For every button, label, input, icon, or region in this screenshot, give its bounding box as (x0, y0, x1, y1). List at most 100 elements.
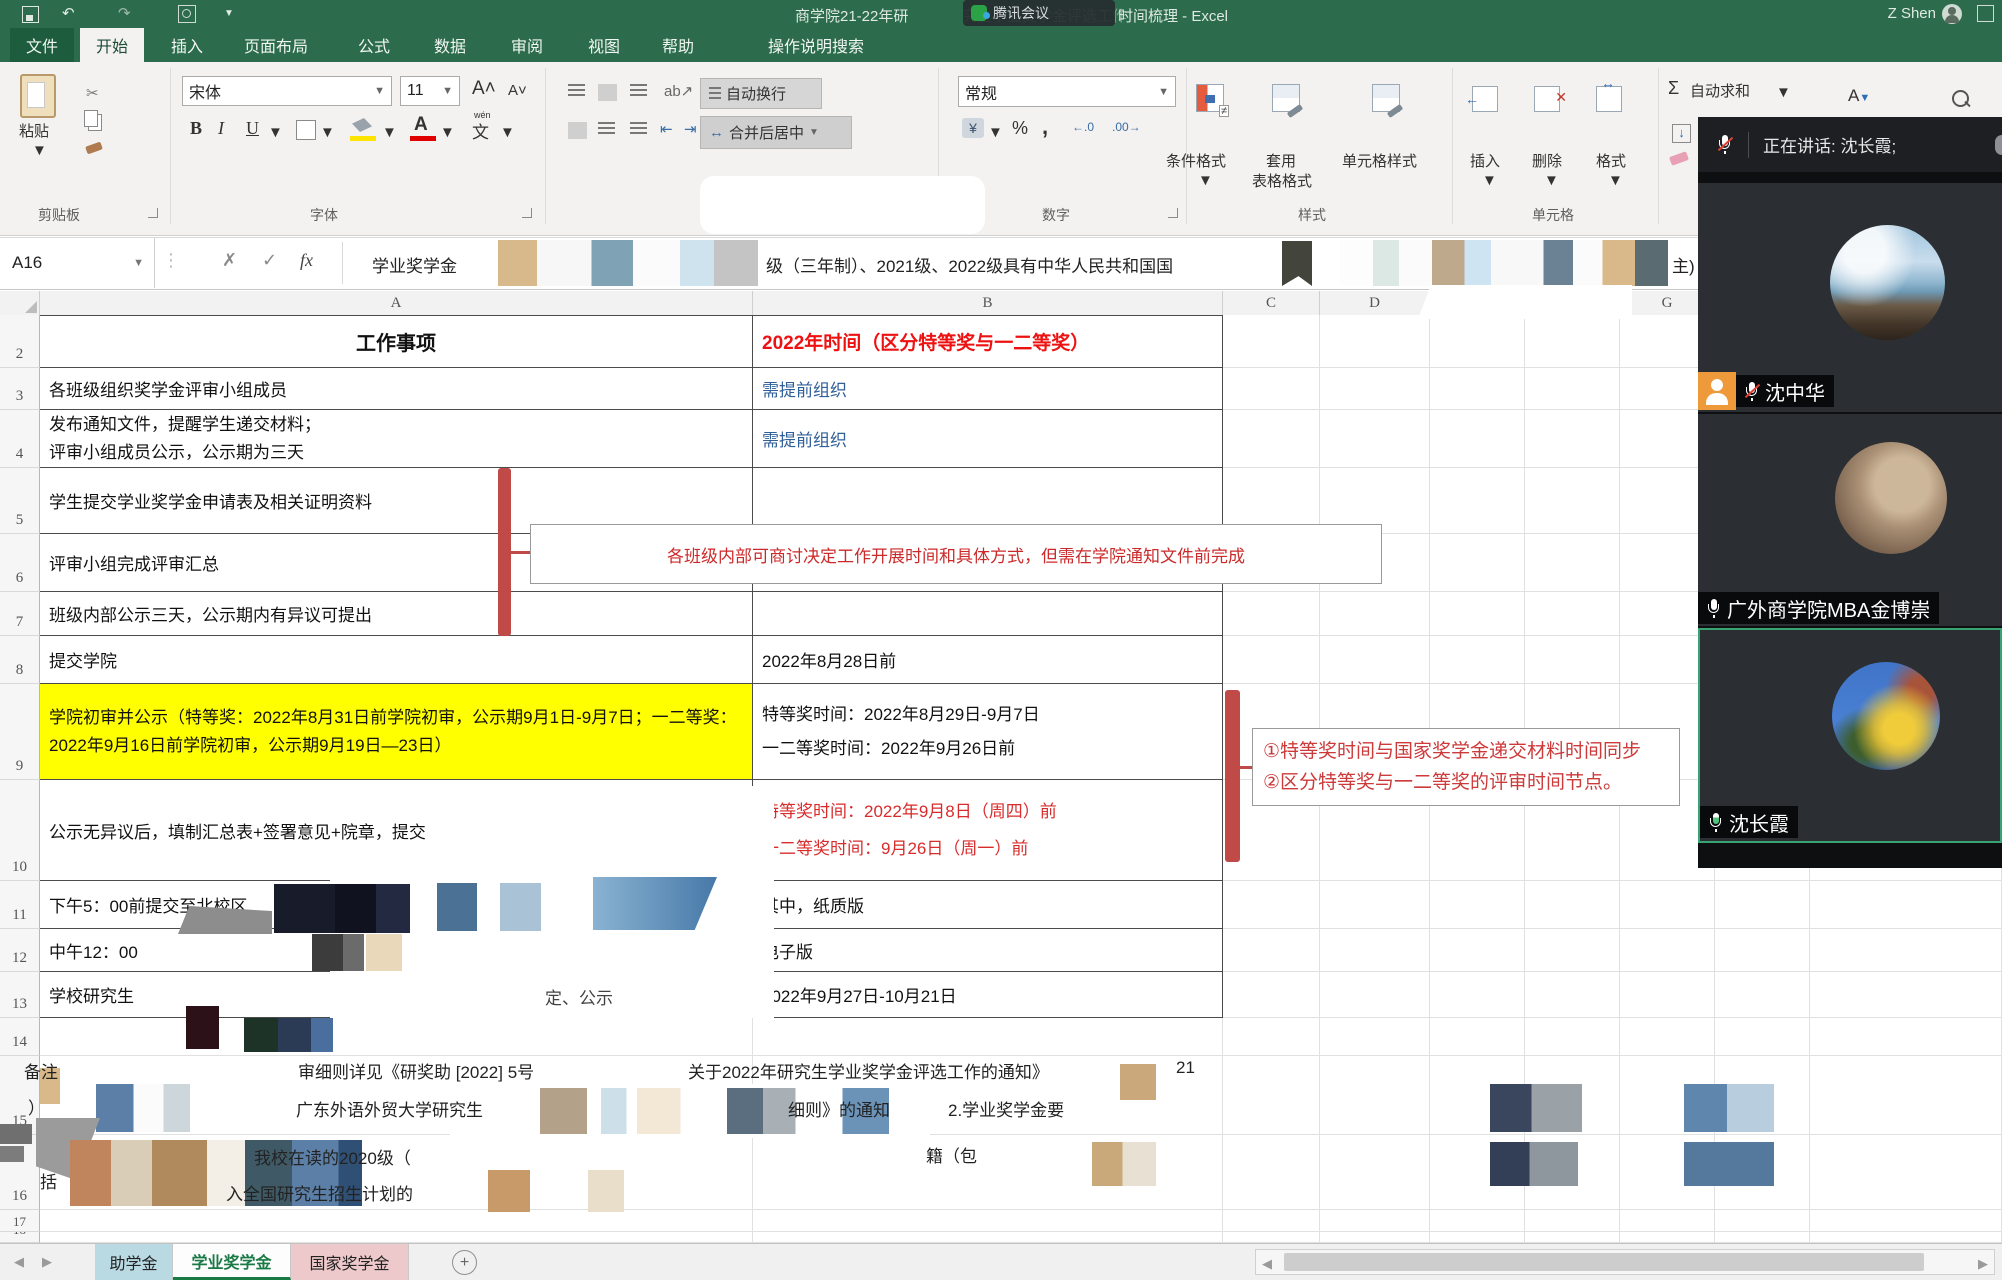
increase-decimal-icon[interactable]: ←.0 (1072, 120, 1094, 134)
orientation-icon[interactable]: ab↗ (664, 82, 693, 100)
align-right-icon[interactable] (630, 122, 647, 135)
format-cells-button[interactable]: 格式 (1596, 150, 1626, 171)
name-box[interactable]: A16 ▼ (0, 238, 155, 288)
qat-customize-icon[interactable]: ▼ (224, 8, 234, 19)
insert-cells-icon[interactable]: ← (1472, 86, 1498, 112)
italic-button[interactable]: I (218, 118, 224, 139)
preview-icon[interactable] (178, 5, 196, 23)
cancel-icon[interactable]: ✗ (222, 250, 237, 271)
tab-insert[interactable]: 插入 (155, 28, 219, 62)
format-dropdown-icon[interactable]: ▼ (1608, 172, 1623, 189)
tab-file[interactable]: 文件 (10, 28, 74, 62)
number-format-combo[interactable]: 常规▼ (958, 76, 1176, 107)
row-header-14[interactable]: 14 (0, 1018, 40, 1056)
paste-button[interactable]: 粘贴 (19, 120, 49, 141)
wrap-text-button[interactable]: 自动换行 (700, 78, 822, 109)
currency-dropdown-icon[interactable]: ▼ (988, 124, 1003, 141)
scroll-left-icon[interactable]: ◀ (1262, 1256, 1272, 1272)
col-header-b[interactable]: B (753, 291, 1223, 315)
name-box-dropdown-icon[interactable]: ▼ (133, 257, 144, 269)
row-header-11[interactable]: 11 (0, 881, 40, 929)
align-center-icon[interactable] (598, 122, 615, 135)
formula-text-3[interactable]: 主) (1672, 252, 1695, 277)
align-top-icon[interactable] (568, 84, 585, 97)
formula-text-2[interactable]: 级（三年制）、2021级、2022级具有中华人民共和国国 (766, 252, 1173, 277)
cell-b13[interactable]: 2022年9月27日-10月21日 (753, 972, 1223, 1018)
percent-icon[interactable]: % (1012, 118, 1028, 139)
conditional-dropdown-icon[interactable]: ▼ (1198, 172, 1213, 189)
tab-formulas[interactable]: 公式 (342, 28, 406, 62)
font-size-combo[interactable]: 11▼ (400, 76, 460, 106)
insert-cells-button[interactable]: 插入 (1470, 150, 1500, 171)
save-icon[interactable] (22, 6, 39, 23)
merge-center-button[interactable]: ↔ 合并后居中▼ (700, 116, 852, 149)
currency-icon[interactable]: ¥ (962, 118, 984, 138)
tab-help[interactable]: 帮助 (646, 28, 710, 62)
fill-color-dropdown-icon[interactable]: ▼ (382, 124, 397, 141)
sheet-tab-xueye[interactable]: 学业奖学金 (173, 1244, 291, 1280)
panel-collapse-handle[interactable] (1995, 135, 2002, 155)
row-header-18[interactable]: 18 (0, 1232, 40, 1243)
number-launcher-icon[interactable] (1168, 208, 1178, 218)
font-color-icon[interactable]: A (414, 114, 428, 136)
clear-icon[interactable] (1669, 151, 1689, 166)
sort-filter-icon[interactable]: A▼ (1848, 86, 1870, 106)
row-header-13[interactable]: 13 (0, 972, 40, 1018)
cell-a8[interactable]: 提交学院 (40, 636, 753, 684)
grow-font-icon[interactable]: A˄ (472, 78, 496, 100)
font-launcher-icon[interactable] (522, 208, 532, 218)
new-sheet-button[interactable]: + (452, 1250, 477, 1275)
cell-b3[interactable]: 需提前组织 (753, 368, 1223, 410)
formula-text-1[interactable]: 学业奖学金 (372, 252, 457, 277)
cell-a7[interactable]: 班级内部公示三天，公示期内有异议可提出 (40, 592, 753, 636)
tell-me-search[interactable]: 操作说明搜索 (752, 28, 880, 62)
paste-icon[interactable] (20, 74, 56, 118)
horizontal-scrollbar[interactable]: ◀ ▶ (1255, 1249, 1995, 1275)
borders-icon[interactable] (296, 120, 316, 140)
autosum-dropdown-icon[interactable]: ▼ (1776, 84, 1791, 101)
row-header-9[interactable]: 9 (0, 684, 40, 780)
format-cells-icon[interactable]: ↔ (1596, 86, 1622, 112)
font-color-dropdown-icon[interactable]: ▼ (440, 124, 455, 141)
participant-tile-1[interactable]: 沈中华 (1698, 183, 2002, 412)
cell-b12[interactable]: 电子版 (753, 929, 1223, 972)
participant-tile-3[interactable]: 沈长霞 (1698, 628, 2002, 843)
shrink-font-icon[interactable]: A˅ (508, 82, 527, 99)
row-header-6[interactable]: 6 (0, 534, 40, 592)
select-all-corner[interactable] (0, 291, 40, 315)
cell-b10[interactable]: 特等奖时间：2022年9月8日（周四）前一二等奖时间：9月26日（周一）前 (753, 780, 1223, 881)
sheet-nav-right-icon[interactable]: ▶ (42, 1254, 52, 1270)
fill-color-icon[interactable] (352, 118, 372, 132)
decrease-indent-icon[interactable]: ⇤ (660, 120, 673, 138)
col-header-d[interactable]: D (1320, 291, 1430, 315)
tab-review[interactable]: 审阅 (495, 28, 559, 62)
format-as-table-button[interactable]: 套用 (1266, 150, 1296, 171)
col-header-c[interactable]: C (1223, 291, 1320, 315)
cell-b8[interactable]: 2022年8月28日前 (753, 636, 1223, 684)
tencent-meeting-badge[interactable]: 腾讯会议 (963, 0, 1115, 26)
increase-indent-icon[interactable]: ⇥ (684, 120, 697, 138)
row-header-5[interactable]: 5 (0, 468, 40, 534)
sheet-tab-zhuxuejin[interactable]: 助学金 (95, 1244, 173, 1280)
cell-styles-button[interactable]: 单元格样式 (1342, 150, 1417, 171)
conditional-formatting-button[interactable]: 条件格式 (1166, 150, 1226, 171)
row-header-10[interactable]: 10 (0, 780, 40, 881)
col-header-a[interactable]: A (40, 291, 753, 315)
delete-cells-icon[interactable]: ✕ (1534, 86, 1560, 112)
underline-dropdown-icon[interactable]: ▼ (268, 124, 283, 141)
enter-icon[interactable]: ✓ (262, 250, 277, 271)
underline-button[interactable]: U (246, 118, 259, 139)
account-name[interactable]: Z Shen (1888, 5, 1936, 22)
account-avatar[interactable] (1942, 4, 1962, 24)
row-header-3[interactable]: 3 (0, 368, 40, 410)
clipboard-launcher-icon[interactable] (148, 208, 158, 218)
phonetic-icon[interactable]: wén文 (472, 118, 489, 143)
row-header-12[interactable]: 12 (0, 929, 40, 972)
sheet-tab-guojia[interactable]: 国家奖学金 (291, 1244, 409, 1280)
cell-a3[interactable]: 各班级组织奖学金评审小组成员 (40, 368, 753, 410)
borders-dropdown-icon[interactable]: ▼ (320, 124, 335, 141)
comma-icon[interactable]: , (1042, 114, 1048, 140)
cell-a2[interactable]: 工作事项 (40, 315, 753, 368)
participant-tile-2[interactable]: 广外商学院MBA金博崇 (1698, 414, 2002, 626)
paste-dropdown-icon[interactable]: ▼ (32, 142, 47, 159)
